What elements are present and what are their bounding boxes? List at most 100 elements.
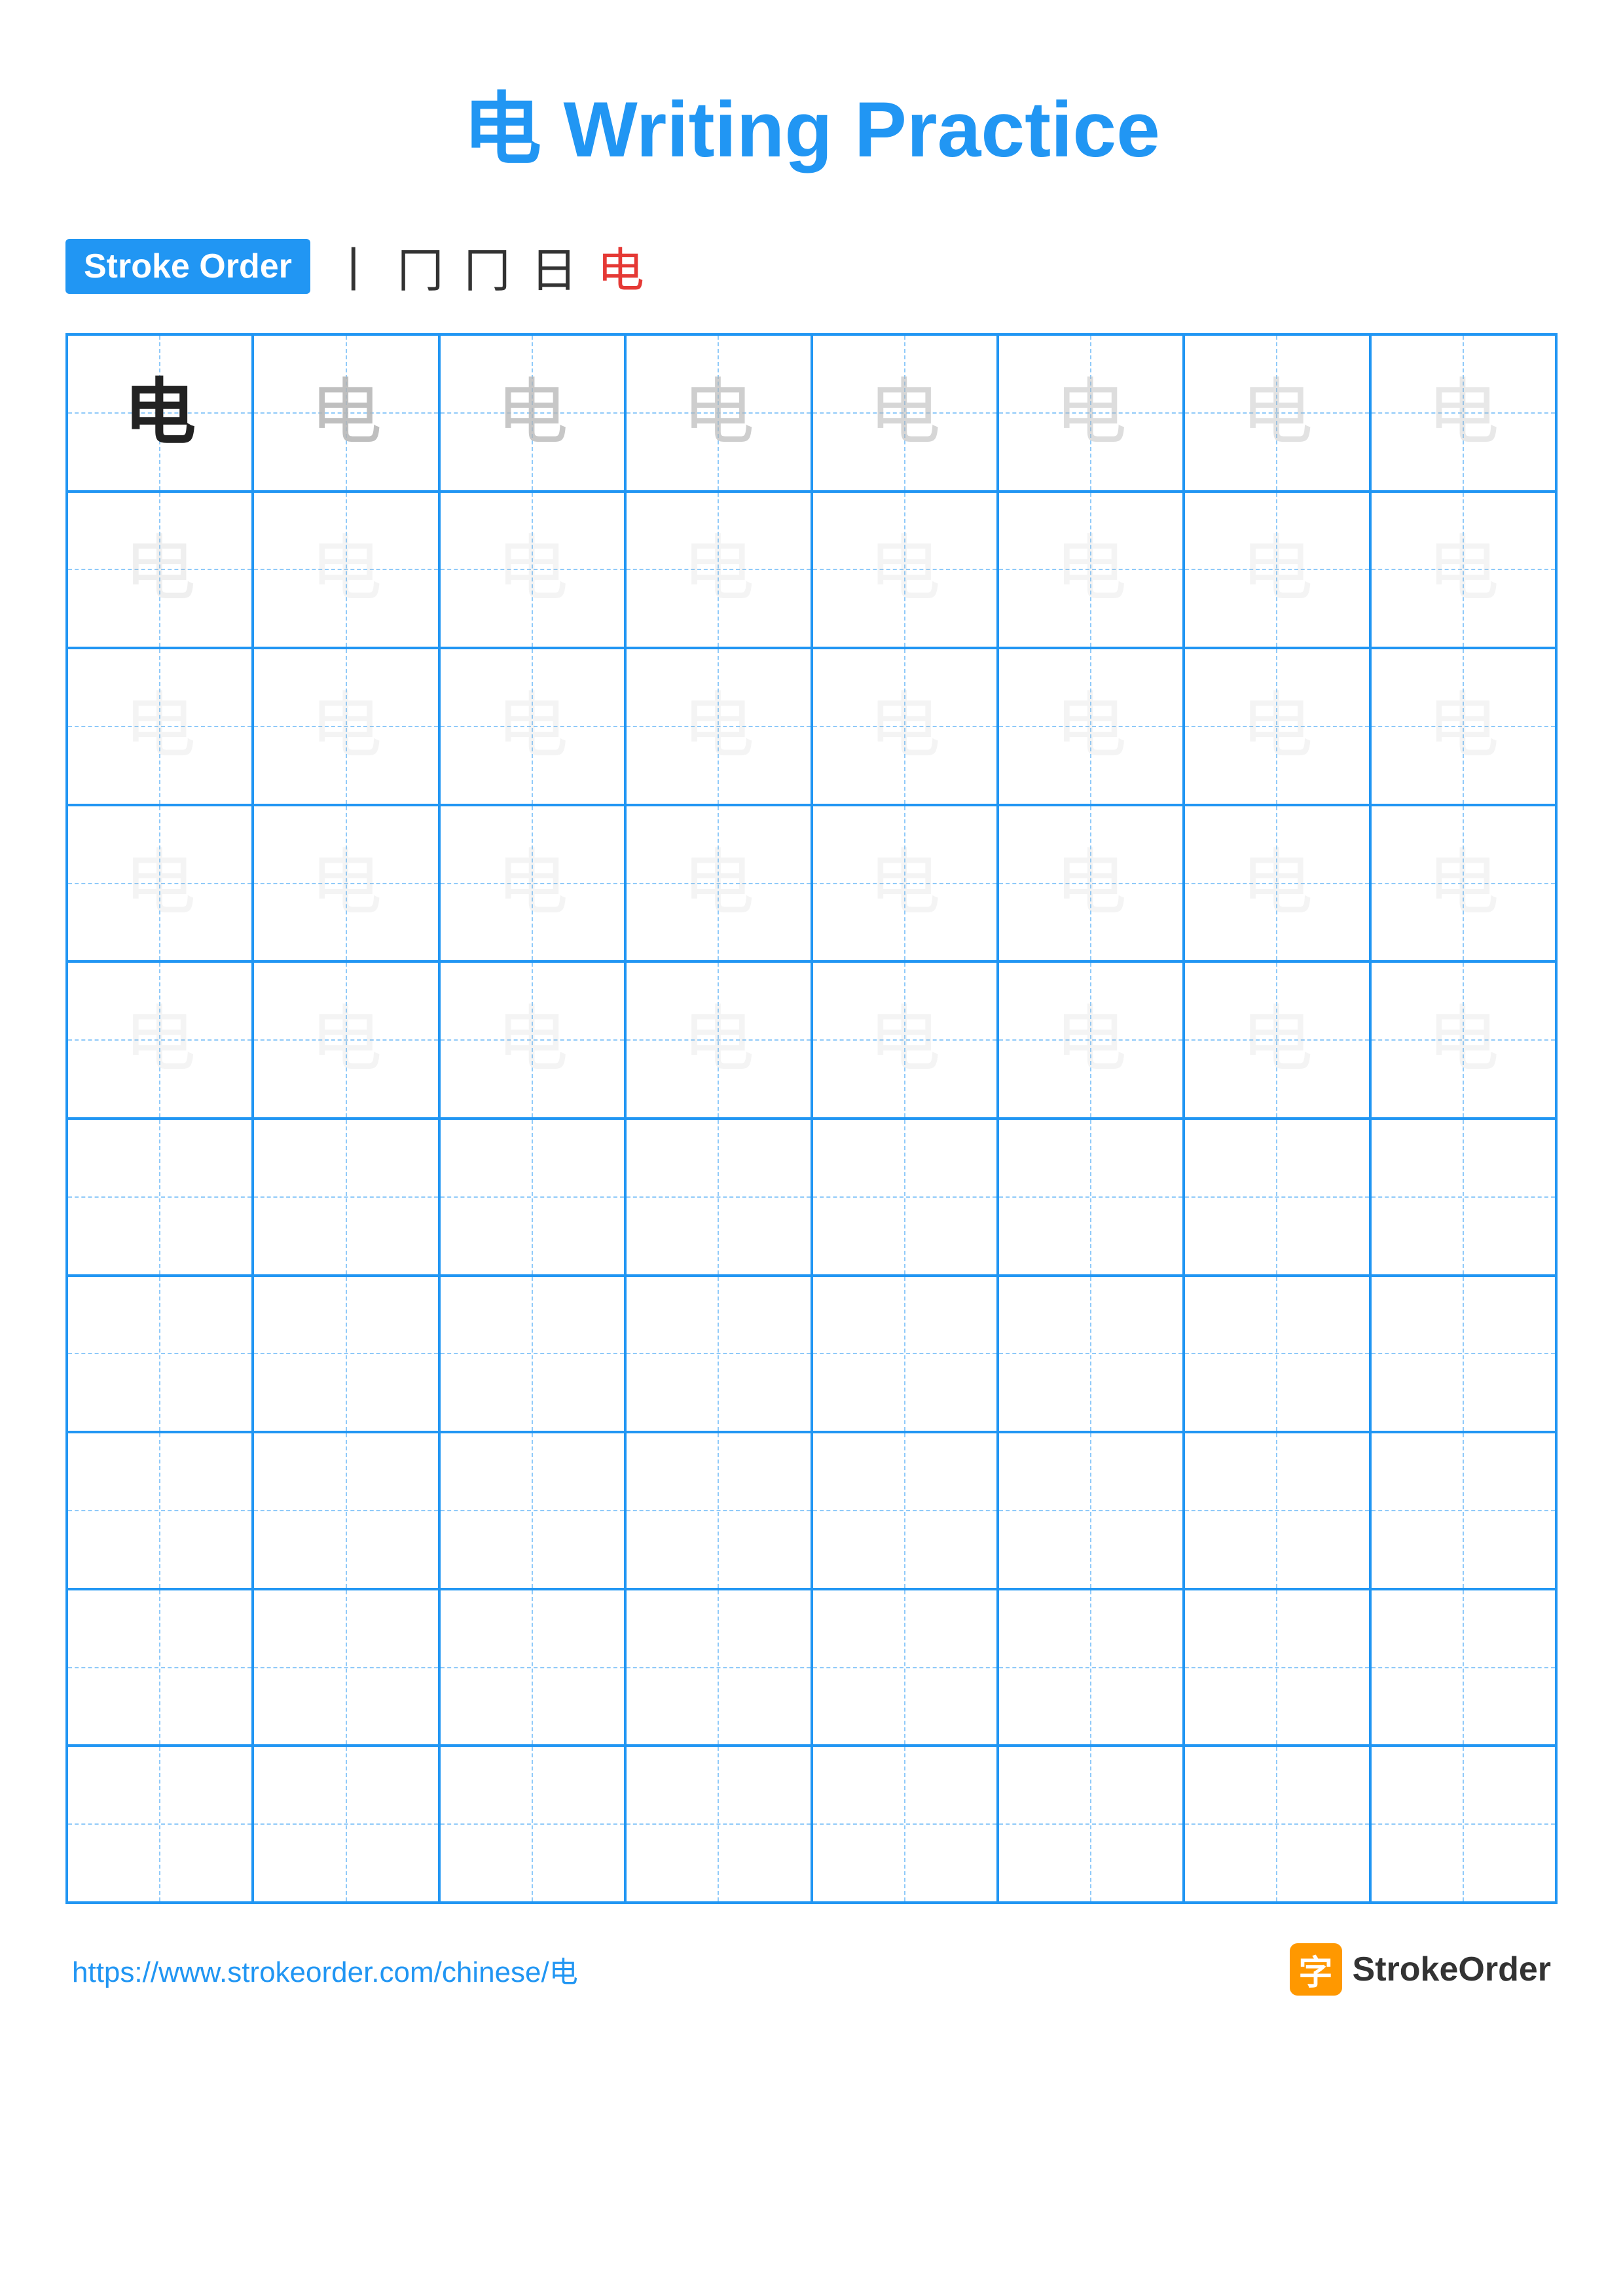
- grid-cell[interactable]: 电: [812, 648, 998, 805]
- grid-cell[interactable]: 电: [625, 961, 811, 1119]
- grid-cell[interactable]: 电: [998, 1589, 1184, 1746]
- grid-cell[interactable]: 电: [625, 805, 811, 962]
- grid-cell[interactable]: 电: [812, 334, 998, 492]
- footer-url[interactable]: https://www.strokeorder.com/chinese/电: [72, 1948, 578, 1990]
- grid-cell[interactable]: 电: [625, 1119, 811, 1276]
- stroke-order-section: Stroke Order 丨 冂 冂 日 电: [65, 232, 1558, 300]
- grid-char: 电: [682, 533, 754, 605]
- grid-cell[interactable]: 电: [253, 648, 439, 805]
- grid-cell[interactable]: 电: [812, 1589, 998, 1746]
- grid-cell[interactable]: 电: [1370, 648, 1556, 805]
- grid-cell[interactable]: 电: [439, 648, 625, 805]
- grid-cell[interactable]: 电: [1184, 1432, 1370, 1589]
- grid-cell[interactable]: 电: [67, 805, 253, 962]
- grid-char: 电: [1241, 533, 1313, 605]
- grid-cell[interactable]: 电: [1184, 648, 1370, 805]
- grid-cell[interactable]: 电: [1370, 492, 1556, 649]
- grid-cell[interactable]: 电: [67, 1432, 253, 1589]
- grid-cell[interactable]: 电: [1370, 1276, 1556, 1433]
- grid-cell[interactable]: 电: [998, 492, 1184, 649]
- grid-char: 电: [1241, 1004, 1313, 1076]
- grid-cell[interactable]: 电: [67, 1119, 253, 1276]
- grid-cell[interactable]: 电: [625, 334, 811, 492]
- grid-char: 电: [1241, 848, 1313, 920]
- grid-cell[interactable]: 电: [625, 492, 811, 649]
- grid-cell[interactable]: 电: [1184, 805, 1370, 962]
- grid-cell[interactable]: 电: [1184, 334, 1370, 492]
- grid-cell[interactable]: 电: [439, 334, 625, 492]
- grid-cell[interactable]: 电: [1370, 334, 1556, 492]
- grid-cell[interactable]: 电: [439, 1119, 625, 1276]
- grid-cell[interactable]: 电: [1184, 1589, 1370, 1746]
- grid-char: 电: [496, 848, 568, 920]
- grid-cell[interactable]: 电: [1184, 1276, 1370, 1433]
- grid-char: 电: [1055, 377, 1127, 449]
- grid-cell[interactable]: 电: [1370, 1746, 1556, 1903]
- grid-cell[interactable]: 电: [439, 1589, 625, 1746]
- grid-cell[interactable]: 电: [253, 805, 439, 962]
- grid-cell[interactable]: 电: [998, 1119, 1184, 1276]
- grid-cell[interactable]: 电: [439, 961, 625, 1119]
- grid-cell[interactable]: 电: [812, 1119, 998, 1276]
- grid-cell[interactable]: 电: [812, 961, 998, 1119]
- grid-cell[interactable]: 电: [253, 334, 439, 492]
- grid-cell[interactable]: 电: [439, 1746, 625, 1903]
- grid-cell[interactable]: 电: [439, 805, 625, 962]
- grid-char: 电: [1427, 1004, 1499, 1076]
- grid-cell[interactable]: 电: [625, 648, 811, 805]
- grid-char: 电: [496, 691, 568, 762]
- grid-cell[interactable]: 电: [998, 334, 1184, 492]
- grid-cell[interactable]: 电: [253, 961, 439, 1119]
- grid-cell[interactable]: 电: [1370, 1119, 1556, 1276]
- grid-cell[interactable]: 电: [67, 1589, 253, 1746]
- grid-cell[interactable]: 电: [253, 1746, 439, 1903]
- grid-cell[interactable]: 电: [1370, 1432, 1556, 1589]
- grid-cell[interactable]: 电: [67, 492, 253, 649]
- stroke-5-final: 电: [597, 232, 644, 300]
- grid-cell[interactable]: 电: [253, 1589, 439, 1746]
- grid-cell[interactable]: 电: [812, 492, 998, 649]
- grid-cell[interactable]: 电: [1370, 805, 1556, 962]
- grid-cell[interactable]: 电: [812, 1432, 998, 1589]
- grid-cell[interactable]: 电: [998, 1432, 1184, 1589]
- grid-cell[interactable]: 电: [812, 1276, 998, 1433]
- grid-cell[interactable]: 电: [812, 1746, 998, 1903]
- grid-char: 电: [1055, 691, 1127, 762]
- brand-icon: 字: [1290, 1943, 1342, 1996]
- grid-cell[interactable]: 电: [1184, 492, 1370, 649]
- grid-char: 电: [1427, 848, 1499, 920]
- grid-cell[interactable]: 电: [439, 1276, 625, 1433]
- grid-cell[interactable]: 电: [439, 1432, 625, 1589]
- grid-cell[interactable]: 电: [998, 1746, 1184, 1903]
- grid-cell[interactable]: 电: [67, 1746, 253, 1903]
- grid-cell[interactable]: 电: [1370, 1589, 1556, 1746]
- grid-cell[interactable]: 电: [812, 805, 998, 962]
- grid-cell[interactable]: 电: [625, 1746, 811, 1903]
- grid-cell[interactable]: 电: [67, 648, 253, 805]
- grid-cell[interactable]: 电: [625, 1589, 811, 1746]
- grid-char: 电: [1055, 533, 1127, 605]
- grid-cell[interactable]: 电: [1370, 961, 1556, 1119]
- grid-cell[interactable]: 电: [253, 492, 439, 649]
- grid-cell[interactable]: 电: [1184, 961, 1370, 1119]
- grid-cell[interactable]: 电: [998, 648, 1184, 805]
- grid-char: 电: [124, 691, 196, 762]
- grid-cell[interactable]: 电: [253, 1119, 439, 1276]
- grid-cell[interactable]: 电: [67, 334, 253, 492]
- grid-char: 电: [1055, 1004, 1127, 1076]
- footer-brand: 字 StrokeOrder: [1290, 1943, 1551, 1996]
- grid-cell[interactable]: 电: [253, 1276, 439, 1433]
- grid-cell[interactable]: 电: [998, 805, 1184, 962]
- grid-cell[interactable]: 电: [998, 961, 1184, 1119]
- grid-cell[interactable]: 电: [67, 961, 253, 1119]
- grid-char: 电: [124, 1004, 196, 1076]
- grid-cell[interactable]: 电: [253, 1432, 439, 1589]
- grid-cell[interactable]: 电: [1184, 1119, 1370, 1276]
- grid-cell[interactable]: 电: [998, 1276, 1184, 1433]
- grid-cell[interactable]: 电: [67, 1276, 253, 1433]
- grid-cell[interactable]: 电: [439, 492, 625, 649]
- grid-cell[interactable]: 电: [1184, 1746, 1370, 1903]
- grid-cell[interactable]: 电: [625, 1432, 811, 1589]
- grid-char: 电: [682, 1004, 754, 1076]
- grid-cell[interactable]: 电: [625, 1276, 811, 1433]
